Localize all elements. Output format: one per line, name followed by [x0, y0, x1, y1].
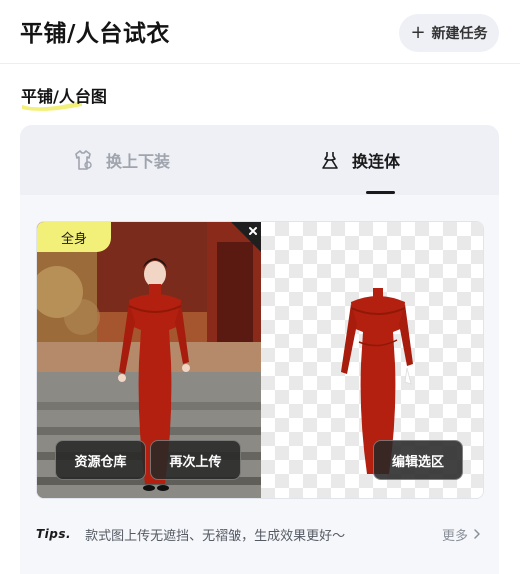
- new-task-label: 新建任务: [431, 26, 488, 42]
- chevron-right-icon: [474, 529, 480, 539]
- image-panel: 全身 资源仓库 再次上传 编辑选区: [36, 221, 484, 499]
- dress-icon: [322, 152, 338, 169]
- page-header: 平铺/人台试衣 + 新建任务: [0, 0, 520, 64]
- page-title: 平铺/人台试衣: [20, 21, 170, 47]
- tips-label: Tips.: [36, 527, 72, 541]
- active-tab-indicator: [366, 191, 395, 194]
- tips-text: 款式图上传无遮挡、无褶皱，生成效果更好～: [85, 528, 346, 544]
- more-link[interactable]: 更多: [442, 523, 482, 545]
- plus-icon: +: [410, 22, 426, 43]
- model-photo: 全身 资源仓库 再次上传: [37, 222, 261, 498]
- cutout-preview: 编辑选区: [261, 222, 483, 498]
- tab-one-piece-label: 换连体: [352, 152, 401, 171]
- tab-one-piece[interactable]: 换连体: [320, 125, 400, 195]
- tips-bar: Tips. 款式图上传无遮挡、无褶皱，生成效果更好～ 更多: [36, 523, 484, 545]
- more-label: 更多: [441, 528, 468, 544]
- section-title: 平铺/人台图: [21, 87, 107, 106]
- new-task-button[interactable]: + 新建任务: [399, 14, 499, 52]
- reupload-button[interactable]: 再次上传: [150, 440, 241, 480]
- tab-upper-lower[interactable]: 换上下装: [72, 125, 170, 195]
- tab-bar: 换上下装 换连体: [20, 125, 499, 195]
- shirt-icon: [75, 150, 92, 170]
- full-body-tag: 全身: [37, 222, 111, 252]
- edit-selection-button[interactable]: 编辑选区: [373, 440, 463, 480]
- close-icon[interactable]: [231, 222, 261, 252]
- upload-card: 换上下装 换连体 全身 资源仓库 再次上传 编辑选区 Tips. 款式图上传无遮…: [20, 125, 499, 574]
- tab-upper-lower-label: 换上下装: [106, 152, 171, 171]
- resource-repository-button[interactable]: 资源仓库: [55, 440, 146, 480]
